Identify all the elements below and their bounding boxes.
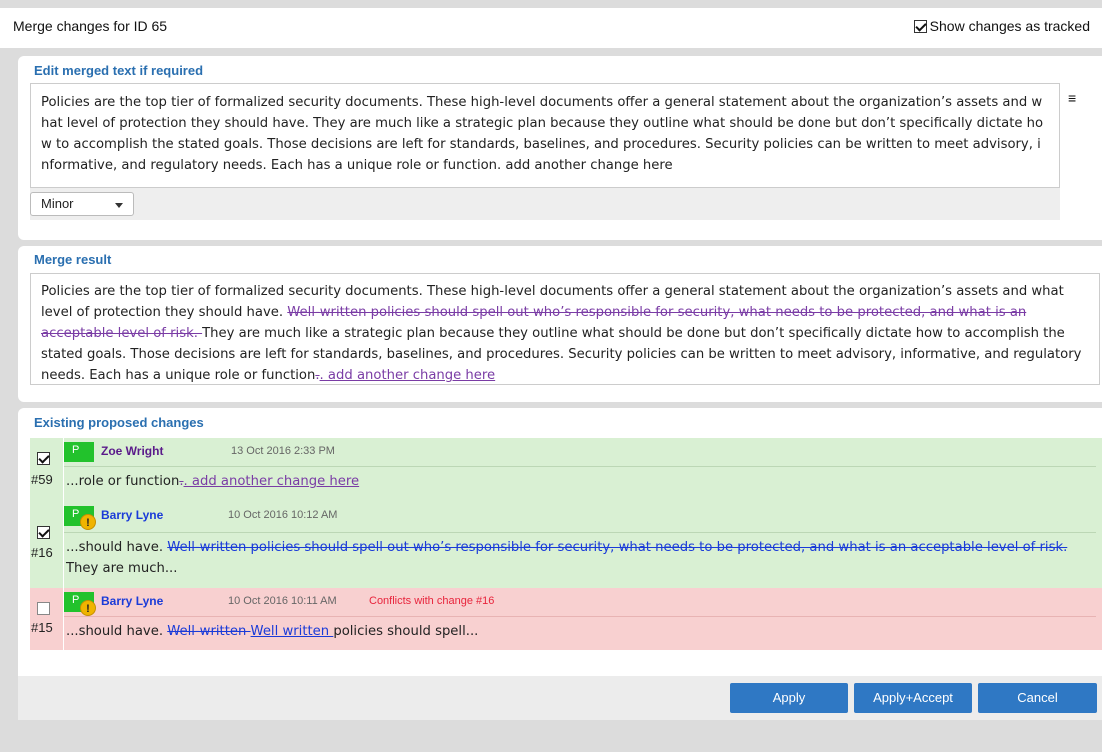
change-body: P Zoe Wright 13 Oct 2016 2:33 PM ...role…: [63, 438, 1102, 502]
warning-icon: !: [80, 514, 96, 530]
merge-result-heading: Merge result: [34, 252, 112, 267]
change-checkbox[interactable]: [37, 602, 50, 615]
dialog-footer: Apply Apply+Accept Cancel: [18, 676, 1102, 720]
warning-icon: !: [80, 600, 96, 616]
show-tracked-checkbox[interactable]: [913, 19, 927, 33]
snippet-prefix: ...should have.: [66, 540, 168, 555]
dialog-titlebar: Merge changes for ID 65 Show changes as …: [0, 8, 1102, 48]
change-number: #59: [31, 472, 53, 487]
divider: [64, 532, 1096, 533]
change-select: #16: [30, 502, 63, 588]
snippet-deletion: Well-written policies should spell out w…: [167, 540, 1068, 555]
edit-section: Edit merged text if required Policies ar…: [18, 56, 1102, 240]
change-select: #59: [30, 438, 63, 502]
snippet-prefix: ...should have.: [66, 624, 168, 639]
severity-dropdown[interactable]: Minor: [30, 192, 134, 216]
severity-value: Minor: [41, 196, 74, 211]
merge-dialog: Merge changes for ID 65 Show changes as …: [0, 0, 1102, 752]
change-snippet: ...should have. Well-written policies sh…: [66, 537, 1086, 579]
dialog-title: Merge changes for ID 65: [13, 18, 168, 34]
editor-toolbar: Minor: [30, 188, 1060, 220]
snippet-prefix: ...role or function: [66, 474, 180, 489]
change-author[interactable]: Barry Lyne: [101, 594, 163, 608]
snippet-suffix: They are much...: [66, 561, 178, 576]
show-tracked-label: Show changes as tracked: [929, 18, 1090, 34]
snippet-insertion: Well written: [250, 624, 334, 639]
chevron-down-icon: [115, 203, 123, 208]
change-date: 13 Oct 2016 2:33 PM: [231, 445, 335, 457]
divider: [64, 466, 1096, 467]
change-number: #16: [31, 545, 53, 560]
change-body: P ! Barry Lyne 10 Oct 2016 10:11 AM Conf…: [63, 588, 1102, 650]
snippet-insertion: . add another change here: [183, 474, 360, 489]
apply-button[interactable]: Apply: [730, 683, 848, 713]
edit-heading: Edit merged text if required: [34, 63, 204, 78]
change-author[interactable]: Barry Lyne: [101, 508, 163, 522]
change-date: 10 Oct 2016 10:12 AM: [228, 509, 338, 521]
change-body: P ! Barry Lyne 10 Oct 2016 10:12 AM ...s…: [63, 502, 1102, 588]
divider: [64, 616, 1096, 617]
change-item: #59 P Zoe Wright 13 Oct 2016 2:33 PM ...…: [30, 438, 1102, 502]
change-date: 10 Oct 2016 10:11 AM: [228, 595, 337, 607]
snippet-suffix: policies should spell...: [333, 624, 479, 639]
merge-result-text: Policies are the top tier of formalized …: [30, 273, 1100, 385]
change-author[interactable]: Zoe Wright: [101, 444, 163, 458]
existing-changes-heading: Existing proposed changes: [34, 415, 204, 430]
merge-result-section: Merge result Policies are the top tier o…: [18, 246, 1102, 402]
apply-accept-button[interactable]: Apply+Accept: [854, 683, 972, 713]
change-item: #15 P ! Barry Lyne 10 Oct 2016 10:11 AM …: [30, 588, 1102, 650]
change-checkbox[interactable]: [37, 526, 50, 539]
existing-changes-section: Existing proposed changes #59 P Zoe Wrig…: [18, 408, 1102, 676]
show-tracked-toggle[interactable]: Show changes as tracked: [913, 18, 1090, 34]
change-item: #16 P ! Barry Lyne 10 Oct 2016 10:12 AM …: [30, 502, 1102, 588]
change-select: #15: [30, 588, 63, 650]
change-number: #15: [31, 620, 53, 635]
snippet-deletion: Well-written: [167, 624, 251, 639]
merged-text-editor[interactable]: Policies are the top tier of formalized …: [30, 83, 1060, 188]
cancel-button[interactable]: Cancel: [978, 683, 1097, 713]
change-checkbox[interactable]: [37, 452, 50, 465]
hamburger-icon[interactable]: ≡: [1068, 90, 1076, 106]
change-snippet: ...should have. Well-written Well writte…: [66, 621, 478, 642]
conflict-notice: Conflicts with change #16: [369, 595, 495, 607]
proposed-badge: P: [64, 442, 94, 462]
change-snippet: ...role or function.. add another change…: [66, 471, 359, 492]
result-insertion: . add another change here: [319, 368, 496, 383]
